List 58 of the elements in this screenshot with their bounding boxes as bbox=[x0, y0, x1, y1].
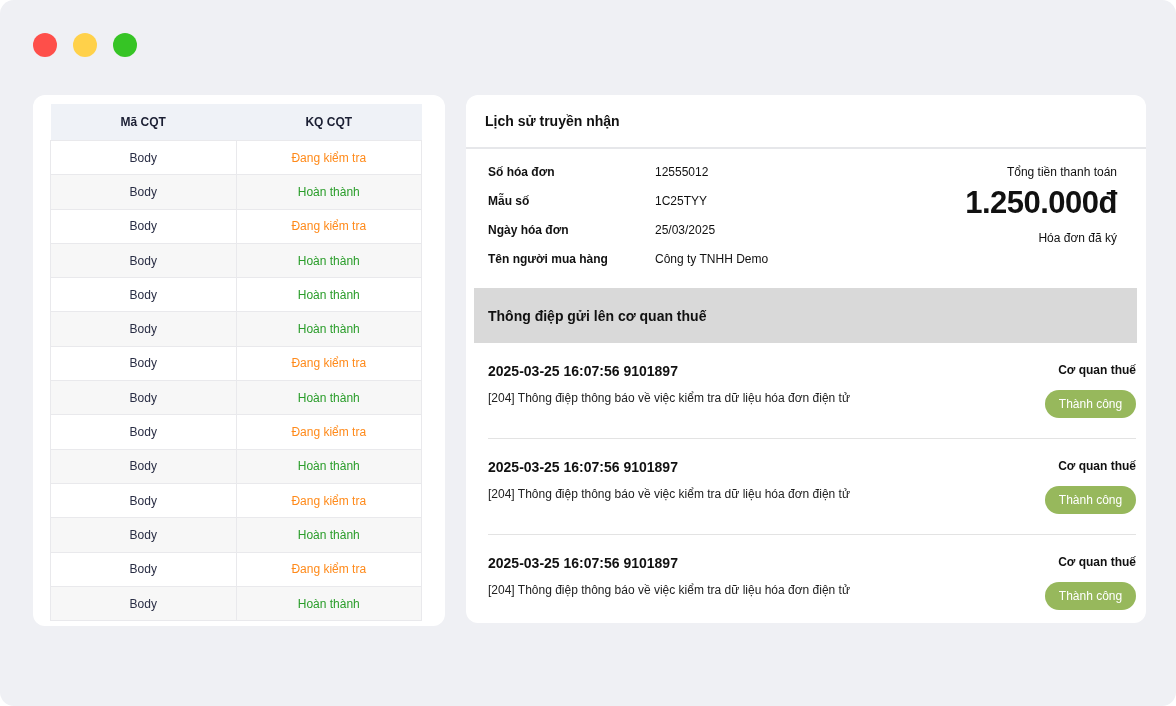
status-cell: Hoàn thành bbox=[236, 312, 422, 347]
field-value: 1C25TYY bbox=[655, 194, 709, 208]
table-cell: Body bbox=[50, 209, 236, 244]
table-cell: Body bbox=[50, 243, 236, 278]
message-description: [204] Thông điệp thông báo về việc kiểm tra dữ liệu hóa đơn điện tử bbox=[488, 583, 850, 597]
status-cell: Hoàn thành bbox=[236, 277, 422, 312]
table-cell: Body bbox=[50, 517, 236, 553]
table-cell: Body bbox=[50, 552, 236, 587]
column-header: KQ CQT bbox=[236, 104, 422, 141]
table-cell: Body bbox=[50, 174, 236, 210]
minimize-icon[interactable] bbox=[73, 33, 97, 57]
maximize-icon[interactable] bbox=[113, 33, 137, 57]
status-cell: Hoàn thành bbox=[236, 380, 422, 415]
status-cell: Hoàn thành bbox=[236, 517, 422, 553]
field-label: Ngày hóa đơn bbox=[488, 223, 570, 237]
message-source: Cơ quan thuế bbox=[1058, 555, 1136, 569]
status-cell: Hoàn thành bbox=[236, 174, 422, 210]
message-source: Cơ quan thuế bbox=[1058, 363, 1136, 377]
table-cell: Body bbox=[50, 346, 236, 381]
table-cell: Body bbox=[50, 483, 236, 518]
status-cell: Đang kiểm tra bbox=[236, 483, 422, 518]
message-source: Cơ quan thuế bbox=[1058, 459, 1136, 473]
field-value: Công ty TNHH Demo bbox=[655, 252, 769, 266]
success-button[interactable]: Thành công bbox=[1045, 486, 1136, 514]
table-cell: Body bbox=[50, 312, 236, 347]
status-cell: Hoàn thành bbox=[236, 586, 422, 621]
success-button[interactable]: Thành công bbox=[1045, 582, 1136, 610]
status-cell: Đang kiểm tra bbox=[236, 346, 422, 381]
invoice-status: Hóa đơn đã ký bbox=[1038, 231, 1117, 245]
field-value: 12555012 bbox=[655, 165, 710, 179]
section-header: Thông điệp gửi lên cơ quan thuế bbox=[474, 288, 1137, 343]
total-amount: 1.250.000đ bbox=[965, 185, 1117, 221]
field-label: Số hóa đơn bbox=[488, 165, 556, 179]
field-label: Tên người mua hàng bbox=[488, 252, 609, 266]
field-label: Mẫu số bbox=[488, 194, 531, 208]
message-description: [204] Thông điệp thông báo về việc kiểm tra dữ liệu hóa đơn điện tử bbox=[488, 391, 850, 405]
message-title: 2025-03-25 16:07:56 9101897 bbox=[488, 555, 679, 571]
message-title: 2025-03-25 16:07:56 9101897 bbox=[488, 459, 679, 475]
panel-title: Lịch sử truyền nhận bbox=[485, 113, 620, 129]
message-description: [204] Thông điệp thông báo về việc kiểm tra dữ liệu hóa đơn điện tử bbox=[488, 487, 850, 501]
table-cell: Body bbox=[50, 586, 236, 621]
success-button[interactable]: Thành công bbox=[1045, 390, 1136, 418]
status-cell: Đang kiểm tra bbox=[236, 414, 422, 450]
column-header: Mã CQT bbox=[50, 104, 236, 141]
close-icon[interactable] bbox=[33, 33, 57, 57]
table-cell: Body bbox=[50, 277, 236, 312]
field-value: 25/03/2025 bbox=[655, 223, 717, 237]
status-cell: Đang kiểm tra bbox=[236, 140, 422, 175]
status-cell: Hoàn thành bbox=[236, 449, 422, 484]
status-cell: Hoàn thành bbox=[236, 243, 422, 278]
table-cell: Body bbox=[50, 140, 236, 175]
table-cell: Body bbox=[50, 414, 236, 450]
table-cell: Body bbox=[50, 380, 236, 415]
total-label: Tổng tiền thanh toán bbox=[1006, 165, 1117, 179]
status-cell: Đang kiểm tra bbox=[236, 552, 422, 587]
message-title: 2025-03-25 16:07:56 9101897 bbox=[488, 363, 679, 379]
table-cell: Body bbox=[50, 449, 236, 484]
status-cell: Đang kiểm tra bbox=[236, 209, 422, 244]
